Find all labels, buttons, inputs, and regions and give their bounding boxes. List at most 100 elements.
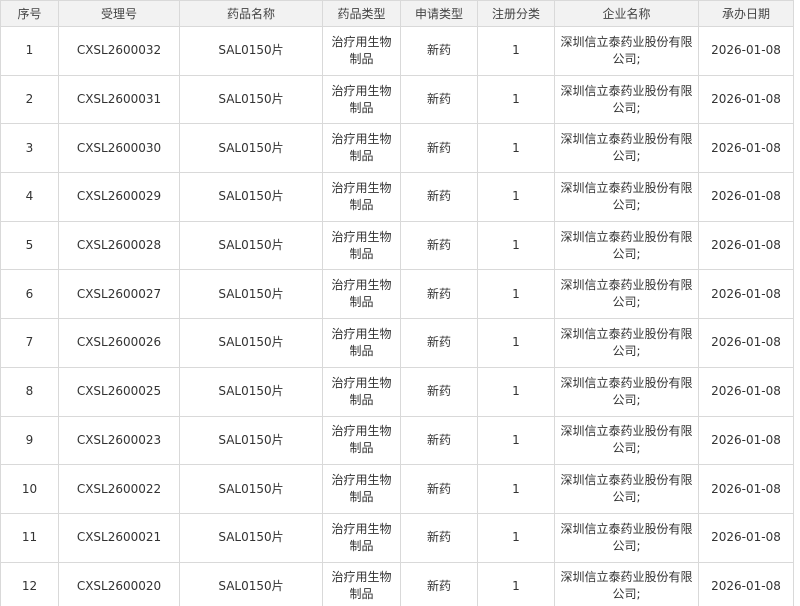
cell-handling-date: 2026-01-08 [698,123,794,174]
cell-acceptance-number: CXSL2600027 [58,269,180,320]
cell-index: 8 [0,366,59,417]
table-header: 序号 受理号 药品名称 药品类型 申请类型 注册分类 企业名称 承办日期 [0,0,794,27]
cell-drug-name: SAL0150片 [179,561,323,606]
cell-application-type: 新药 [400,366,478,417]
drug-registration-table: 序号 受理号 药品名称 药品类型 申请类型 注册分类 企业名称 承办日期 1 CX… [0,0,794,606]
table-row: 9 CXSL2600023 SAL0150片 治疗用生物制品 新药 1 深圳信立泰药业股份有… [0,415,794,466]
table-body: 1 CXSL2600032 SAL0150片 治疗用生物制品 新药 1 深圳信立泰药业股份有… [0,26,794,606]
cell-application-type: 新药 [400,269,478,320]
cell-drug-name: SAL0150片 [179,123,323,174]
cell-drug-name: SAL0150片 [179,220,323,271]
cell-application-type: 新药 [400,26,478,76]
table-row: 12 CXSL2600020 SAL0150片 治疗用生物制品 新药 1 深圳信立泰药业股份… [0,561,794,606]
cell-acceptance-number: CXSL2600032 [58,26,180,76]
cell-drug-type: 治疗用生物制品 [322,172,401,222]
cell-registration-class: 1 [477,123,555,174]
table-row: 11 CXSL2600021 SAL0150片 治疗用生物制品 新药 1 深圳信立泰药业股份… [0,512,794,563]
cell-company-name: 深圳信立泰药业股份有限公司; [554,366,699,417]
cell-registration-class: 1 [477,26,555,76]
cell-index: 3 [0,123,59,174]
cell-acceptance-number: CXSL2600031 [58,74,180,125]
cell-index: 4 [0,172,59,222]
cell-acceptance-number: CXSL2600025 [58,366,180,417]
cell-registration-class: 1 [477,561,555,606]
cell-drug-name: SAL0150片 [179,26,323,76]
cell-drug-name: SAL0150片 [179,415,323,466]
cell-company-name: 深圳信立泰药业股份有限公司; [554,26,699,76]
cell-application-type: 新药 [400,512,478,563]
cell-company-name: 深圳信立泰药业股份有限公司; [554,561,699,606]
header-company-name: 企业名称 [554,0,699,27]
cell-application-type: 新药 [400,464,478,514]
cell-drug-name: SAL0150片 [179,464,323,514]
cell-drug-type: 治疗用生物制品 [322,318,401,368]
cell-handling-date: 2026-01-08 [698,415,794,466]
cell-index: 1 [0,26,59,76]
table-row: 8 CXSL2600025 SAL0150片 治疗用生物制品 新药 1 深圳信立泰药业股份有… [0,366,794,417]
cell-company-name: 深圳信立泰药业股份有限公司; [554,74,699,125]
cell-acceptance-number: CXSL2600023 [58,415,180,466]
cell-drug-type: 治疗用生物制品 [322,123,401,174]
table-row: 2 CXSL2600031 SAL0150片 治疗用生物制品 新药 1 深圳信立泰药业股份有… [0,74,794,125]
cell-company-name: 深圳信立泰药业股份有限公司; [554,269,699,320]
cell-drug-type: 治疗用生物制品 [322,74,401,125]
cell-application-type: 新药 [400,318,478,368]
cell-acceptance-number: CXSL2600022 [58,464,180,514]
cell-registration-class: 1 [477,415,555,466]
cell-drug-type: 治疗用生物制品 [322,366,401,417]
cell-application-type: 新药 [400,220,478,271]
cell-registration-class: 1 [477,366,555,417]
cell-company-name: 深圳信立泰药业股份有限公司; [554,318,699,368]
cell-index: 12 [0,561,59,606]
cell-index: 9 [0,415,59,466]
registration-table-container: 序号 受理号 药品名称 药品类型 申请类型 注册分类 企业名称 承办日期 1 CX… [0,0,800,606]
cell-drug-type: 治疗用生物制品 [322,415,401,466]
cell-registration-class: 1 [477,318,555,368]
header-drug-type: 药品类型 [322,0,401,27]
cell-handling-date: 2026-01-08 [698,512,794,563]
header-handling-date: 承办日期 [698,0,794,27]
cell-drug-name: SAL0150片 [179,269,323,320]
cell-drug-type: 治疗用生物制品 [322,464,401,514]
cell-handling-date: 2026-01-08 [698,74,794,125]
table-row: 7 CXSL2600026 SAL0150片 治疗用生物制品 新药 1 深圳信立泰药业股份有… [0,318,794,368]
table-row: 3 CXSL2600030 SAL0150片 治疗用生物制品 新药 1 深圳信立泰药业股份有… [0,123,794,174]
cell-company-name: 深圳信立泰药业股份有限公司; [554,220,699,271]
cell-drug-name: SAL0150片 [179,366,323,417]
cell-acceptance-number: CXSL2600020 [58,561,180,606]
table-row: 5 CXSL2600028 SAL0150片 治疗用生物制品 新药 1 深圳信立泰药业股份有… [0,220,794,271]
cell-drug-name: SAL0150片 [179,74,323,125]
cell-handling-date: 2026-01-08 [698,26,794,76]
cell-drug-name: SAL0150片 [179,172,323,222]
cell-application-type: 新药 [400,172,478,222]
table-row: 4 CXSL2600029 SAL0150片 治疗用生物制品 新药 1 深圳信立泰药业股份有… [0,172,794,222]
cell-index: 5 [0,220,59,271]
cell-index: 10 [0,464,59,514]
cell-application-type: 新药 [400,123,478,174]
cell-registration-class: 1 [477,220,555,271]
cell-handling-date: 2026-01-08 [698,464,794,514]
cell-company-name: 深圳信立泰药业股份有限公司; [554,415,699,466]
table-row: 10 CXSL2600022 SAL0150片 治疗用生物制品 新药 1 深圳信立泰药业股份… [0,464,794,514]
cell-index: 6 [0,269,59,320]
cell-registration-class: 1 [477,172,555,222]
cell-acceptance-number: CXSL2600029 [58,172,180,222]
cell-acceptance-number: CXSL2600026 [58,318,180,368]
header-acceptance-number: 受理号 [58,0,180,27]
cell-drug-name: SAL0150片 [179,512,323,563]
table-row: 6 CXSL2600027 SAL0150片 治疗用生物制品 新药 1 深圳信立泰药业股份有… [0,269,794,320]
header-registration-class: 注册分类 [477,0,555,27]
cell-drug-name: SAL0150片 [179,318,323,368]
cell-registration-class: 1 [477,269,555,320]
header-application-type: 申请类型 [400,0,478,27]
cell-handling-date: 2026-01-08 [698,269,794,320]
cell-handling-date: 2026-01-08 [698,561,794,606]
cell-registration-class: 1 [477,464,555,514]
cell-index: 11 [0,512,59,563]
cell-company-name: 深圳信立泰药业股份有限公司; [554,123,699,174]
cell-handling-date: 2026-01-08 [698,220,794,271]
cell-application-type: 新药 [400,74,478,125]
cell-registration-class: 1 [477,512,555,563]
cell-drug-type: 治疗用生物制品 [322,512,401,563]
cell-company-name: 深圳信立泰药业股份有限公司; [554,172,699,222]
